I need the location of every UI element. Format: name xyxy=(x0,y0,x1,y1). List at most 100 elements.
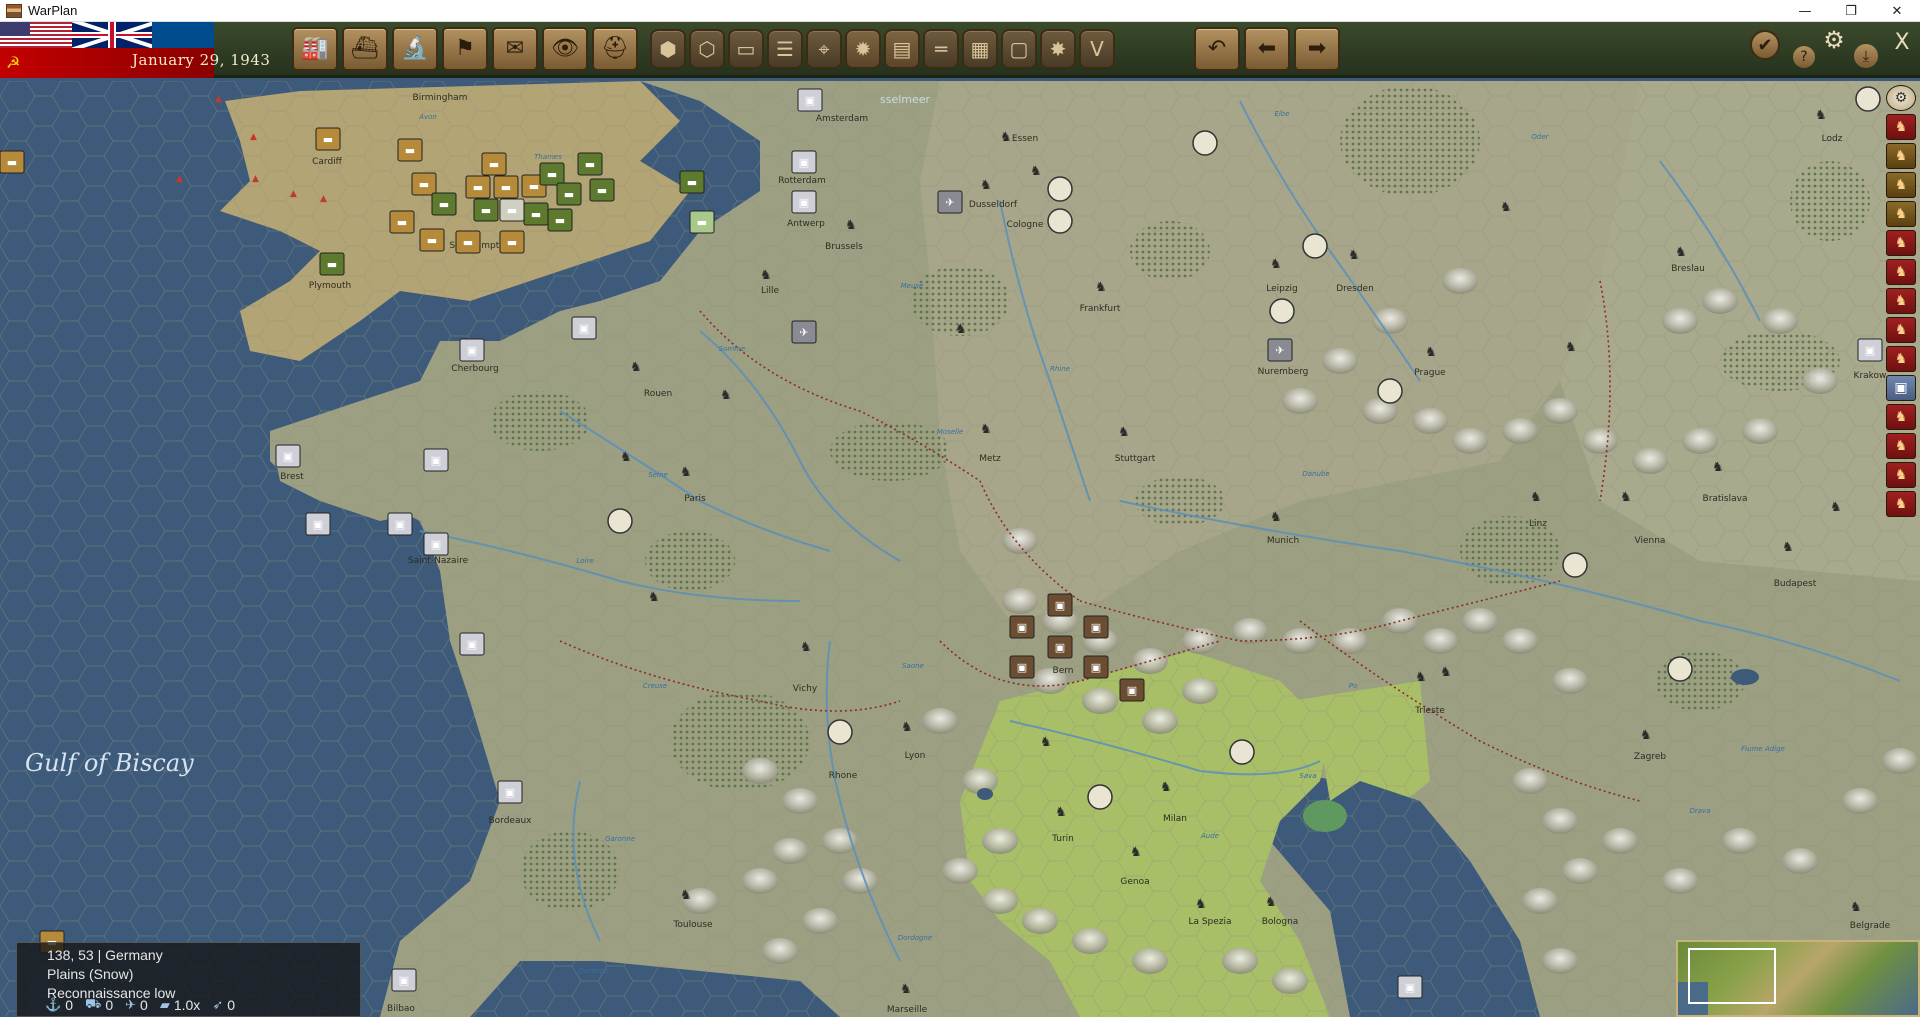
naval-or-hq-unit[interactable] xyxy=(1047,176,1073,202)
allied-unit-counter[interactable]: ▬ xyxy=(431,192,457,216)
settings-button[interactable]: ⚙ xyxy=(1822,26,1846,54)
garrison-unit-icon[interactable]: ♞ xyxy=(901,720,913,735)
allied-unit-counter[interactable]: ▬ xyxy=(499,198,525,222)
garrison-unit-icon[interactable]: ♞ xyxy=(1270,510,1282,525)
garrison-unit-icon[interactable]: ♞ xyxy=(845,218,857,233)
ship-icon[interactable]: ▲ xyxy=(290,189,297,199)
axis-unit-counter[interactable]: ▣ xyxy=(423,532,449,556)
allied-unit-counter[interactable]: ▬ xyxy=(481,152,507,176)
garrison-unit-icon[interactable]: ♞ xyxy=(680,888,692,903)
unit-queue-red-item[interactable]: ♞ xyxy=(1886,114,1916,140)
axis-unit-counter[interactable]: ▣ xyxy=(797,88,823,112)
garrison-unit-icon[interactable]: ♞ xyxy=(1565,340,1577,355)
allied-unit-counter[interactable]: ▬ xyxy=(315,127,341,151)
strategic-map[interactable]: BirminghamCardiffSouthamptonPlymouthAmst… xyxy=(0,81,1920,1017)
save-button[interactable]: ⤓ xyxy=(1854,44,1878,68)
allied-unit-counter[interactable]: ▬ xyxy=(389,210,415,234)
naval-or-hq-unit[interactable] xyxy=(1855,86,1881,112)
diplomacy-button[interactable]: ⚑ xyxy=(442,27,488,71)
allied-unit-counter[interactable]: ▬ xyxy=(679,170,705,194)
axis-unit-counter[interactable]: ▣ xyxy=(305,512,331,536)
garrison-unit-icon[interactable]: ♞ xyxy=(760,268,772,283)
naval-or-hq-unit[interactable] xyxy=(1302,233,1328,259)
garrison-unit-icon[interactable]: ♞ xyxy=(1712,460,1724,475)
garrison-unit-icon[interactable]: ♞ xyxy=(1675,245,1687,260)
units-button[interactable]: ⛑ xyxy=(592,27,638,71)
map-canvas[interactable]: BirminghamCardiffSouthamptonPlymouthAmst… xyxy=(0,81,1920,1017)
garrison-unit-icon[interactable]: ♞ xyxy=(1530,490,1542,505)
unit-queue-blue-item[interactable]: ▣ xyxy=(1886,375,1916,401)
allied-unit-counter[interactable]: ▬ xyxy=(493,175,519,199)
garrison-unit-icon[interactable]: ♞ xyxy=(1440,665,1452,680)
allied-unit-counter[interactable]: ▬ xyxy=(547,208,573,232)
garrison-unit-icon[interactable]: ♞ xyxy=(1055,805,1067,820)
axis-unit-counter[interactable]: ▣ xyxy=(1083,655,1109,679)
unit-queue-red-item[interactable]: ♞ xyxy=(1886,404,1916,430)
ship-icon[interactable]: ▲ xyxy=(252,174,259,184)
allied-unit-counter[interactable]: ▬ xyxy=(499,230,525,254)
restore-button[interactable]: ❐ xyxy=(1828,0,1874,22)
unit-queue-gold-item[interactable]: ♞ xyxy=(1886,172,1916,198)
garrison-unit-icon[interactable]: ♞ xyxy=(980,178,992,193)
unit-queue-red-item[interactable]: ♞ xyxy=(1886,462,1916,488)
axis-unit-counter[interactable]: ▣ xyxy=(791,190,817,214)
air-unit-counter[interactable]: ✈ xyxy=(791,320,817,344)
end-turn-button[interactable]: ✔ xyxy=(1750,30,1780,60)
minimap[interactable] xyxy=(1676,940,1920,1017)
naval-or-hq-unit[interactable] xyxy=(607,508,633,534)
allied-unit-counter[interactable]: ▬ xyxy=(419,228,445,252)
garrison-unit-icon[interactable]: ♞ xyxy=(1030,164,1042,179)
recon-button[interactable]: 👁 xyxy=(542,27,588,71)
axis-unit-counter[interactable]: ▣ xyxy=(1083,615,1109,639)
garrison-unit-icon[interactable]: ♞ xyxy=(648,590,660,605)
allied-unit-counter[interactable]: ▬ xyxy=(689,210,715,234)
axis-unit-counter[interactable]: ▣ xyxy=(459,338,485,362)
allied-unit-counter[interactable]: ▬ xyxy=(465,175,491,199)
axis-unit-counter[interactable]: ▣ xyxy=(497,780,523,804)
garrison-unit-icon[interactable]: ♞ xyxy=(1850,900,1862,915)
garrison-unit-icon[interactable]: ♞ xyxy=(720,388,732,403)
unit-queue-red-item[interactable]: ♞ xyxy=(1886,288,1916,314)
garrison-unit-icon[interactable]: ♞ xyxy=(1640,728,1652,743)
minimap-viewport[interactable] xyxy=(1688,948,1776,1004)
garrison-unit-icon[interactable]: ♞ xyxy=(1118,425,1130,440)
axis-unit-counter[interactable]: ▣ xyxy=(1009,655,1035,679)
naval-or-hq-unit[interactable] xyxy=(1229,739,1255,765)
unit-queue-red-item[interactable]: ♞ xyxy=(1886,230,1916,256)
target-view-button[interactable]: ⌖ xyxy=(806,29,842,69)
garrison-unit-icon[interactable]: ♞ xyxy=(1000,130,1012,145)
naval-or-hq-unit[interactable] xyxy=(1562,552,1588,578)
unit-queue-red-item[interactable]: ♞ xyxy=(1886,491,1916,517)
garrison-unit-icon[interactable]: ♞ xyxy=(620,450,632,465)
naval-or-hq-unit[interactable] xyxy=(1377,378,1403,404)
axis-unit-counter[interactable]: ▣ xyxy=(1857,338,1883,362)
garrison-unit-icon[interactable]: ♞ xyxy=(680,465,692,480)
garrison-unit-icon[interactable]: ♞ xyxy=(1160,780,1172,795)
garrison-unit-icon[interactable]: ♞ xyxy=(1130,845,1142,860)
axis-unit-counter[interactable]: ▣ xyxy=(275,444,301,468)
unit-queue-red-item[interactable]: ♞ xyxy=(1886,317,1916,343)
naval-or-hq-unit[interactable] xyxy=(1269,298,1295,324)
reports-button[interactable]: ✉ xyxy=(492,27,538,71)
hex-mode-button[interactable]: ⬢ xyxy=(650,29,686,69)
garrison-unit-icon[interactable]: ♞ xyxy=(1620,490,1632,505)
garrison-unit-icon[interactable]: ♞ xyxy=(1195,897,1207,912)
naval-or-hq-unit[interactable] xyxy=(1192,130,1218,156)
help-button[interactable]: ? xyxy=(1793,46,1815,68)
unit-queue-gold-item[interactable]: ♞ xyxy=(1886,143,1916,169)
unit-queue-gold-item[interactable]: ♞ xyxy=(1886,201,1916,227)
allied-unit-counter[interactable]: ▬ xyxy=(589,178,615,202)
garrison-unit-icon[interactable]: ♞ xyxy=(1095,280,1107,295)
ship-icon[interactable]: ▲ xyxy=(320,194,327,204)
terrain-view-button[interactable]: ▤ xyxy=(884,29,920,69)
ship-icon[interactable]: ▲ xyxy=(176,174,183,184)
unit-queue-red-item[interactable]: ♞ xyxy=(1886,259,1916,285)
allied-unit-counter[interactable]: ▬ xyxy=(455,230,481,254)
allied-unit-counter[interactable]: ▬ xyxy=(577,152,603,176)
allied-unit-counter[interactable]: ▬ xyxy=(411,172,437,196)
axis-unit-counter[interactable]: ▣ xyxy=(571,316,597,340)
grid-view-button[interactable]: ▦ xyxy=(962,29,998,69)
garrison-unit-icon[interactable]: ♞ xyxy=(1270,257,1282,272)
unit-queue-red-item[interactable]: ♞ xyxy=(1886,346,1916,372)
ship-icon[interactable]: ▲ xyxy=(250,132,257,142)
